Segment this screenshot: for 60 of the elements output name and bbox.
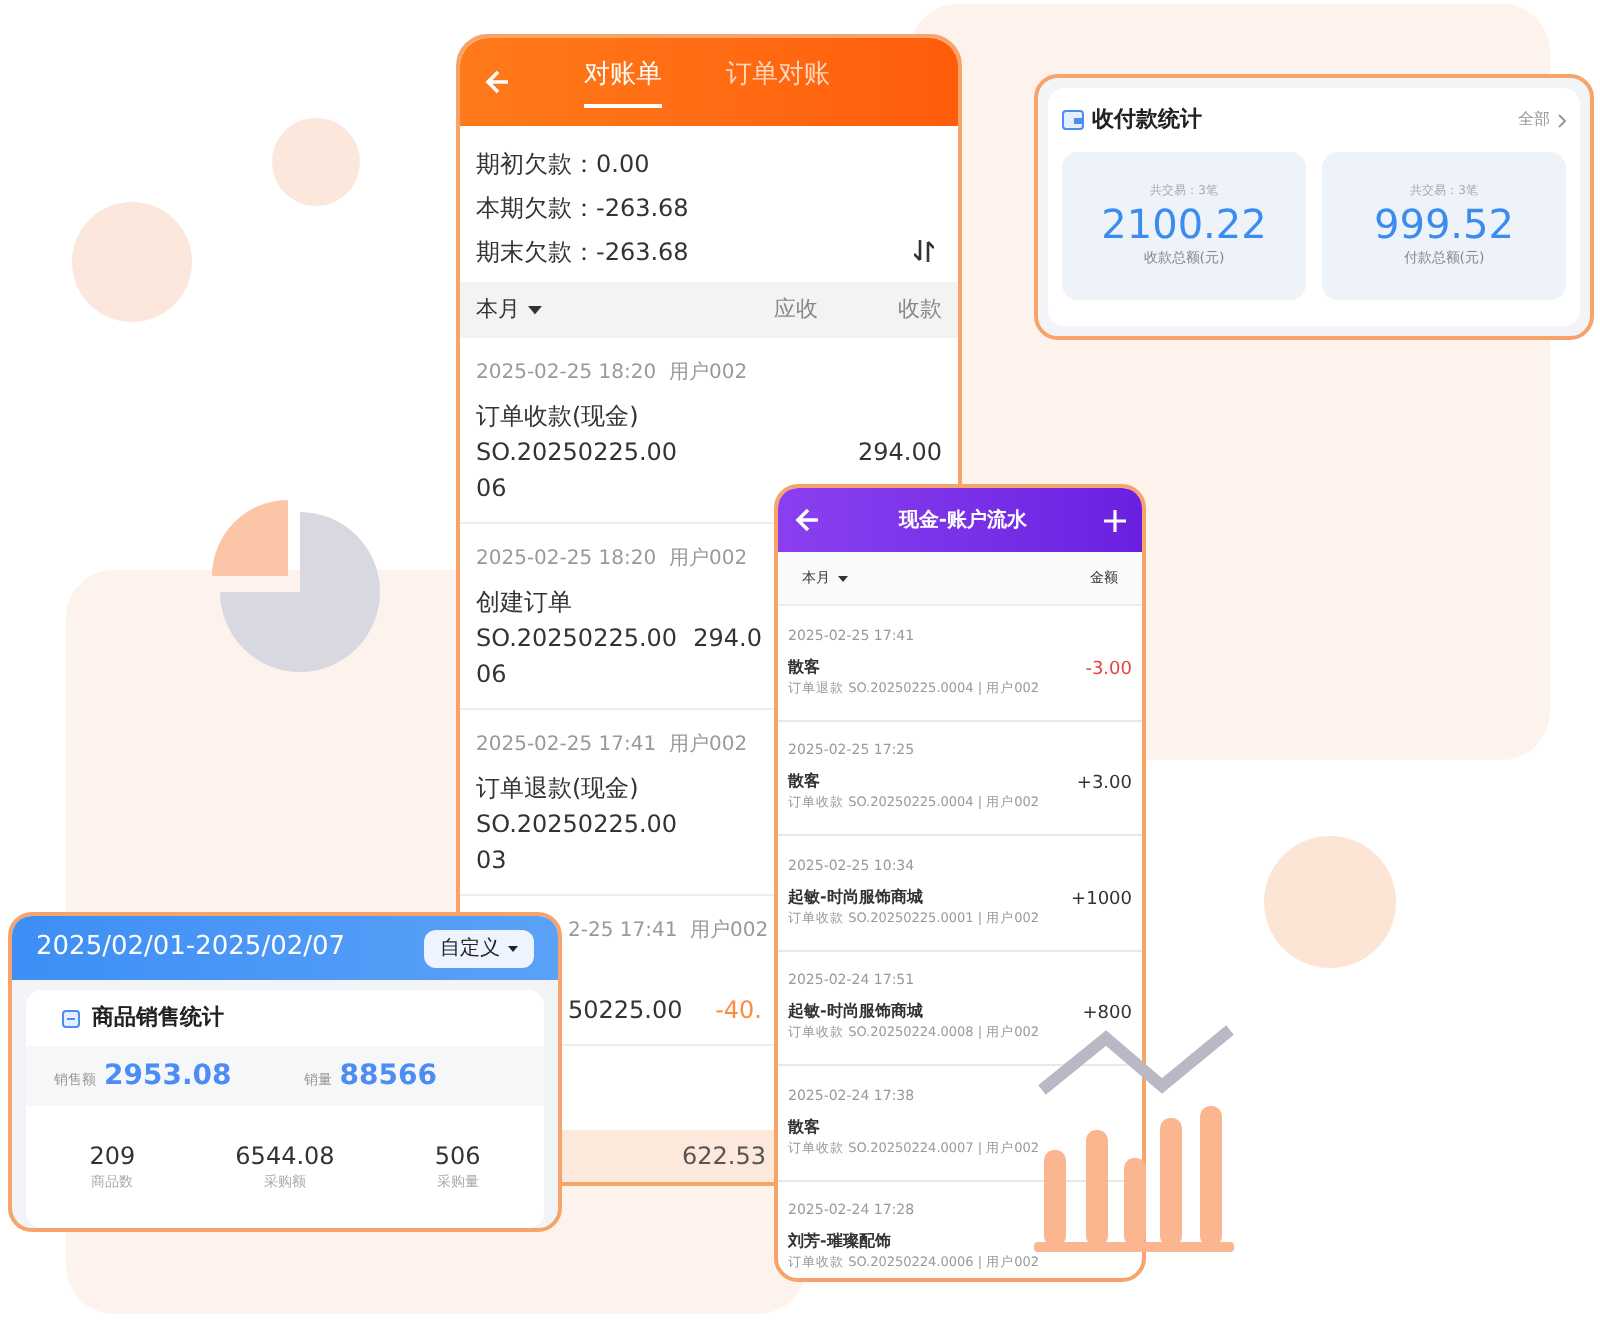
entry-title: 创建订单: [476, 586, 572, 620]
stat-value: 2100.22: [1101, 200, 1267, 249]
entry-name: 起敏-时尚服饰商城: [788, 885, 923, 910]
stat-value: 209: [89, 1141, 136, 1172]
entry-meta: 2025-02-25 18:20 用户002: [476, 359, 748, 388]
add-icon[interactable]: [1104, 509, 1126, 531]
bar: [1160, 1118, 1182, 1246]
order-number: SO.20250225.00: [476, 622, 678, 656]
entry-name: 刘芳-璀璨配饰: [788, 1230, 891, 1255]
back-icon[interactable]: [484, 68, 512, 96]
screen-title: 现金-账户流水: [898, 506, 1028, 535]
balance-text: 期末欠款：-263.68: [476, 236, 689, 270]
period-dropdown[interactable]: 本月: [476, 293, 542, 327]
entry-name: 散客: [788, 655, 820, 680]
amount-text: 294.00: [858, 436, 942, 470]
column-label: 应收: [774, 293, 818, 326]
metric-value: 2953.08: [104, 1057, 232, 1095]
date-range: 2025/02/01-2025/02/07: [36, 930, 346, 967]
amount-text: -40.: [715, 994, 762, 1028]
amount-text: +3.00: [1076, 772, 1132, 798]
list-icon: [62, 1009, 80, 1027]
balance-text: 本期欠款：-263.68: [476, 192, 689, 226]
caret-icon: [838, 575, 848, 581]
caret-icon: [508, 945, 518, 951]
entry-name: 起敏-时尚服饰商城: [788, 1000, 923, 1025]
entry-meta: 2025-02-25 18:20 用户002: [476, 545, 748, 574]
amount-text: -3.00: [1085, 657, 1132, 683]
card-title: 收付款统计: [1092, 103, 1202, 136]
bar: [1124, 1158, 1146, 1246]
sort-icon[interactable]: [914, 240, 934, 262]
pie-chart-icon: [208, 496, 384, 672]
order-number: 06: [476, 658, 507, 692]
back-icon[interactable]: [794, 506, 822, 534]
entry-meta: 2025-02-25 17:41 用户002: [476, 731, 748, 760]
filter-dropdown[interactable]: 自定义: [424, 929, 534, 967]
order-number: 03: [476, 844, 507, 878]
entry-meta: 2-25 17:41 用户002: [568, 917, 769, 946]
balance-text: 期初欠款：0.00: [476, 148, 650, 182]
amount-text: +800: [1082, 1002, 1132, 1028]
stat-value: 6544.08: [235, 1141, 335, 1172]
amount-text: +1000: [1071, 887, 1132, 913]
order-number: SO.20250225.00: [476, 808, 678, 842]
bar: [1044, 1150, 1066, 1246]
bar: [1086, 1130, 1108, 1246]
order-number: 06: [476, 472, 507, 506]
entry-title: 订单退款(现金): [476, 772, 639, 806]
stat-value: 999.52: [1374, 200, 1514, 249]
order-number: SO.20250225.00: [476, 436, 678, 470]
amount-text: 294.0: [693, 622, 762, 656]
entry-title: 订单收款(现金): [476, 400, 639, 434]
caret-icon: [528, 305, 542, 315]
chevron-right-icon: [1558, 113, 1566, 127]
entry-name: 散客: [788, 770, 820, 795]
wallet-icon: [1062, 110, 1084, 130]
card-title: 商品销售统计: [92, 1001, 224, 1034]
column-label: 收款: [898, 293, 942, 326]
metric-value: 88566: [339, 1057, 437, 1095]
order-number: 50225.00: [568, 994, 683, 1028]
circle-icon: [1264, 836, 1396, 968]
bar: [1200, 1106, 1222, 1246]
